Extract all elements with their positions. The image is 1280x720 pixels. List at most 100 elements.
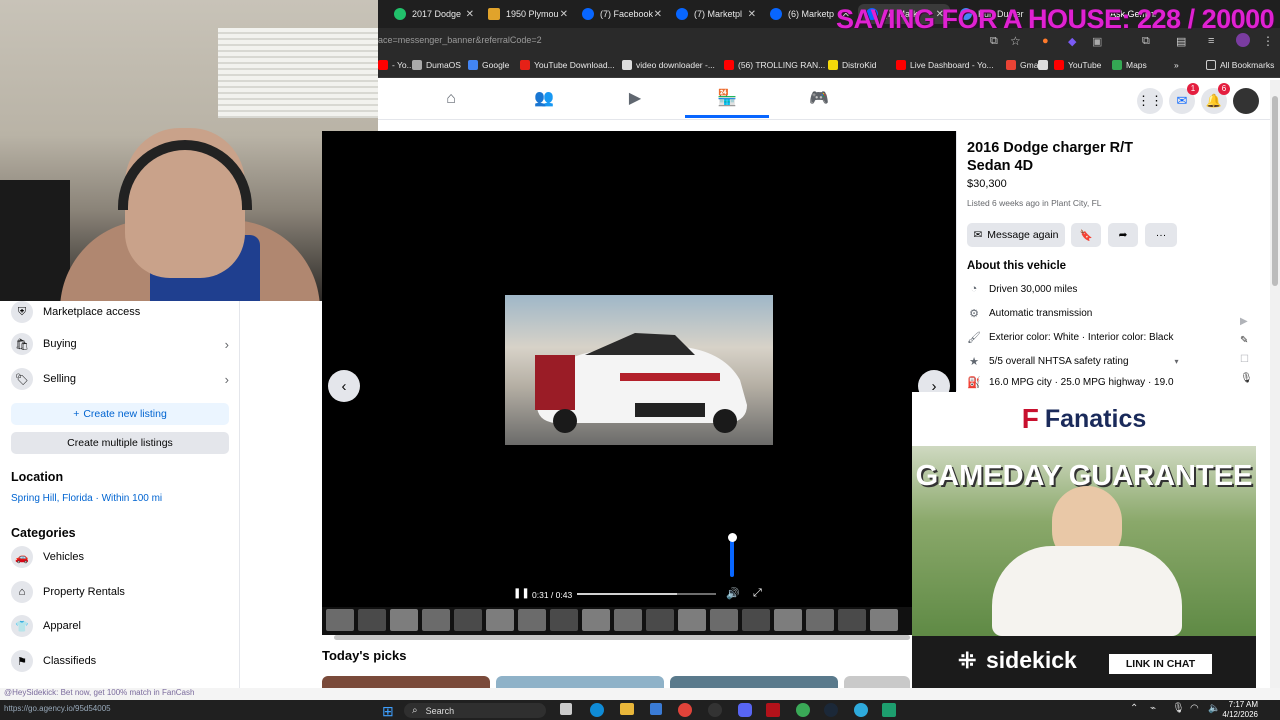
more-options-button[interactable]: ···: [1145, 223, 1177, 247]
create-multiple-listings-button[interactable]: Create multiple listings: [11, 432, 229, 454]
gaming-icon[interactable]: 🎮: [809, 90, 829, 108]
bookmark-item[interactable]: YouTube Download...: [520, 60, 615, 70]
browser-tab[interactable]: 2017 Dodge ✕: [386, 4, 480, 24]
obs-icon[interactable]: [708, 703, 722, 717]
video-thumbnail[interactable]: [710, 609, 738, 631]
edge-icon[interactable]: [590, 703, 604, 717]
listing-video[interactable]: [505, 295, 773, 445]
video-thumbnail[interactable]: [422, 609, 450, 631]
video-thumbnail[interactable]: [454, 609, 482, 631]
menu-kebab-icon[interactable]: ⋮: [1262, 34, 1274, 48]
category-property-rentals[interactable]: ⌂ Property Rentals: [11, 581, 229, 603]
friends-icon[interactable]: 👥: [534, 90, 554, 108]
network-icon[interactable]: ⌁: [1150, 703, 1156, 714]
volume-slider[interactable]: [730, 537, 734, 577]
chrome-icon[interactable]: [678, 703, 692, 717]
home-icon[interactable]: ⌂: [442, 90, 460, 108]
bookmark-item[interactable]: Maps: [1112, 60, 1147, 70]
video-icon[interactable]: ▶: [626, 90, 644, 108]
volume-slider-handle[interactable]: [728, 533, 737, 542]
account-avatar[interactable]: [1233, 88, 1259, 114]
location-link[interactable]: Spring Hill, Florida · Within 100 mi: [11, 493, 162, 504]
video-thumbnail[interactable]: [678, 609, 706, 631]
video-thumbnail[interactable]: [550, 609, 578, 631]
bookmark-item[interactable]: Gmail: [1006, 60, 1042, 70]
wifi-icon[interactable]: ◠: [1190, 703, 1199, 714]
pick-card[interactable]: [496, 676, 664, 688]
discord-icon[interactable]: [738, 703, 752, 717]
extension-icon[interactable]: ◆: [1068, 35, 1076, 48]
edit-icon[interactable]: ✎: [1240, 335, 1248, 346]
close-icon[interactable]: ✕: [654, 9, 668, 20]
file-explorer-icon[interactable]: [620, 703, 634, 715]
sidebar-item-selling[interactable]: 🏷 Selling ›: [11, 368, 229, 390]
all-bookmarks-button[interactable]: All Bookmarks: [1206, 60, 1274, 70]
bookmark-item[interactable]: Google: [468, 60, 509, 70]
bookmark-star-icon[interactable]: ☆: [1010, 34, 1021, 48]
video-thumbnail[interactable]: [518, 609, 546, 631]
extensions-puzzle-icon[interactable]: ⧉: [1142, 35, 1150, 48]
pick-card[interactable]: [322, 676, 490, 688]
chrome-active-icon[interactable]: [854, 703, 868, 717]
bookmark-item[interactable]: Live Dashboard - Yo...: [896, 60, 994, 70]
video-thumbnail[interactable]: [742, 609, 770, 631]
bookmark-item[interactable]: video downloader -...: [622, 60, 715, 70]
extension-icon[interactable]: ▣: [1092, 35, 1102, 48]
video-thumbnail[interactable]: [774, 609, 802, 631]
video-thumbnail[interactable]: [358, 609, 386, 631]
app-icon[interactable]: [882, 703, 896, 717]
bookmark-item[interactable]: - Yo...: [378, 60, 414, 70]
store-icon[interactable]: [650, 703, 662, 715]
ad-cta-button[interactable]: LINK IN CHAT: [1109, 654, 1212, 674]
close-icon[interactable]: ✕: [748, 9, 762, 20]
fullscreen-icon[interactable]: ⤢: [753, 587, 762, 600]
video-thumbnail[interactable]: [806, 609, 834, 631]
marketplace-icon[interactable]: 🏪: [717, 90, 737, 108]
video-thumbnail[interactable]: [582, 609, 610, 631]
video-thumbnail[interactable]: [390, 609, 418, 631]
sidebar-item-marketplace-access[interactable]: ⛨ Marketplace access: [11, 301, 229, 323]
browser-tab[interactable]: 1950 Plymou ✕: [480, 4, 574, 24]
profile-avatar[interactable]: [1236, 33, 1250, 47]
save-button[interactable]: 🔖: [1071, 223, 1101, 247]
previous-arrow-button[interactable]: ‹: [328, 370, 360, 402]
mic-icon[interactable]: 🎙: [1172, 703, 1185, 714]
pick-card[interactable]: [844, 676, 910, 688]
message-again-button[interactable]: ✉ Message again: [967, 223, 1065, 247]
video-thumbnail[interactable]: [838, 609, 866, 631]
mic-icon[interactable]: 🎙: [1240, 373, 1253, 384]
steam-icon[interactable]: [824, 703, 838, 717]
pick-card[interactable]: [670, 676, 838, 688]
bookmarks-overflow-icon[interactable]: »: [1174, 60, 1179, 70]
extension-icon[interactable]: ●: [1042, 35, 1049, 47]
taskbar-search[interactable]: ⌕ Search: [404, 703, 546, 718]
close-icon[interactable]: ✕: [560, 9, 574, 20]
acrobat-icon[interactable]: [766, 703, 780, 717]
volume-icon[interactable]: 🔊: [726, 587, 740, 600]
video-thumbnail[interactable]: [870, 609, 898, 631]
media-icon[interactable]: ≡: [1208, 35, 1214, 47]
browser-tab[interactable]: (7) Marketpl ✕: [668, 4, 762, 24]
bookmark-item[interactable]: [1038, 60, 1052, 70]
play-icon[interactable]: ▶: [1240, 316, 1248, 327]
video-thumbnail[interactable]: [326, 609, 354, 631]
task-view-icon[interactable]: [560, 703, 572, 715]
category-classifieds[interactable]: ⚑ Classifieds: [11, 650, 229, 672]
windows-start-icon[interactable]: ⊞: [382, 703, 394, 720]
create-new-listing-button[interactable]: + Create new listing: [11, 403, 229, 425]
video-thumbnail[interactable]: [486, 609, 514, 631]
close-icon[interactable]: ✕: [466, 9, 480, 20]
chrome-profile-icon[interactable]: [796, 703, 810, 717]
bookmark-item[interactable]: DistroKid: [828, 60, 876, 70]
vertical-scrollbar-thumb[interactable]: [1272, 96, 1278, 286]
video-thumbnail[interactable]: [614, 609, 642, 631]
speaker-icon[interactable]: 🔈: [1208, 703, 1220, 714]
video-thumbnail[interactable]: [646, 609, 674, 631]
category-vehicles[interactable]: 🚗 Vehicles: [11, 546, 229, 568]
chevron-up-icon[interactable]: ⌃: [1130, 703, 1138, 714]
bookmark-item[interactable]: YouTube: [1054, 60, 1101, 70]
install-icon[interactable]: ⧉: [990, 35, 998, 48]
bookmark-item[interactable]: (56) TROLLING RAN...: [724, 60, 825, 70]
chevron-down-icon[interactable]: ▾: [1175, 357, 1179, 366]
pause-icon[interactable]: ❚❚: [513, 588, 530, 599]
